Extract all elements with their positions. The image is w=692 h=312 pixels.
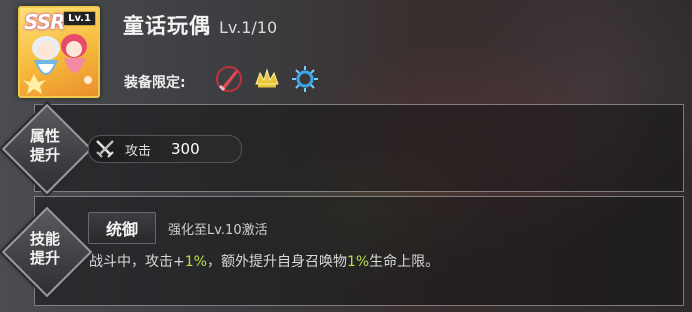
stat-value: 300 bbox=[171, 140, 200, 158]
skill-activation-condition: 强化至Lv.10激活 bbox=[168, 223, 268, 238]
skill-desc-attack-bonus: 1% bbox=[184, 254, 207, 270]
item-name: 童话玩偶 bbox=[123, 14, 211, 38]
skill-desc-text-3: 生命上限。 bbox=[369, 254, 440, 270]
skill-desc-text-2: ，额外提升自身召唤物 bbox=[206, 254, 347, 270]
item-title: 童话玩偶 Lv.1/10 bbox=[123, 10, 277, 40]
attack-stat: 攻击 300 bbox=[88, 135, 242, 163]
crossed-swords-icon bbox=[96, 140, 114, 158]
skill-description: 战斗中，攻击+1%，额外提升自身召唤物1%生命上限。 bbox=[89, 251, 439, 271]
skill-label-line2: 提升 bbox=[29, 249, 60, 267]
skill-name-tag: 统御 bbox=[88, 212, 156, 244]
attribute-label-line2: 提升 bbox=[29, 146, 60, 164]
skill-label-line1: 技能 bbox=[29, 230, 60, 248]
stat-name: 攻击 bbox=[125, 143, 152, 159]
equipment-restriction-label: 装备限定: bbox=[124, 75, 186, 91]
item-card[interactable]: SSR Lv.1 bbox=[18, 6, 100, 98]
card-level-badge: Lv.1 bbox=[63, 11, 96, 26]
skill-section-label: 技能 提升 bbox=[15, 230, 75, 268]
attribute-label-line1: 属性 bbox=[29, 127, 60, 145]
golden-crown-icon bbox=[255, 68, 279, 88]
doll-illustration bbox=[23, 34, 92, 94]
equipment-icons bbox=[214, 64, 320, 94]
blue-sunburst-icon bbox=[292, 66, 318, 92]
item-level: Lv.1/10 bbox=[219, 18, 278, 37]
skill-desc-summon-bonus: 1% bbox=[346, 254, 370, 270]
attribute-section-label: 属性 提升 bbox=[15, 127, 75, 165]
crimson-blade-icon bbox=[216, 66, 242, 92]
skill-desc-text-1: 战斗中，攻击+ bbox=[89, 254, 185, 270]
